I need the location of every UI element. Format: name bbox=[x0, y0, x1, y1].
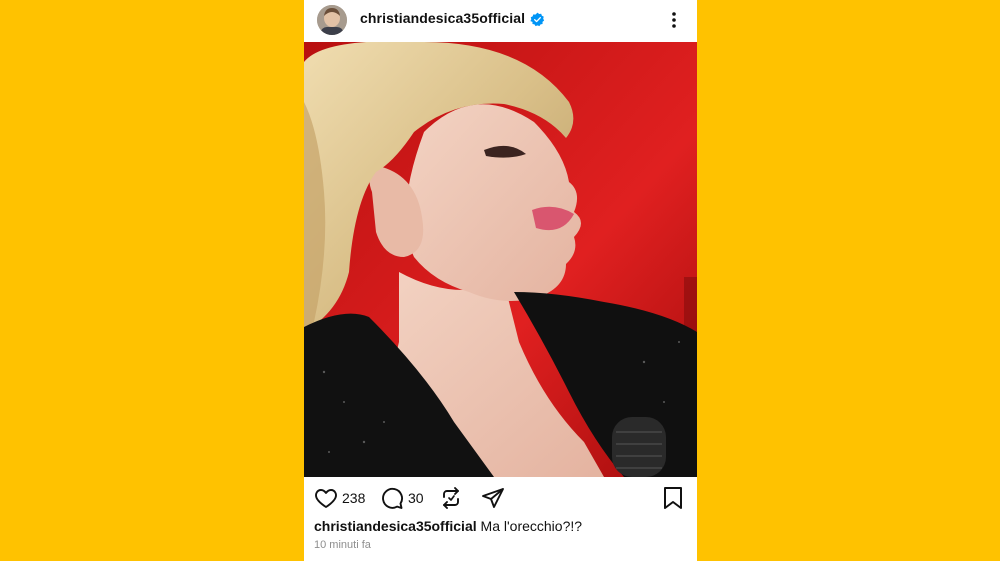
caption-text: Ma l'orecchio?!? bbox=[480, 518, 583, 534]
post-timestamp: 10 minuti fa bbox=[314, 539, 371, 551]
comment-bubble-icon[interactable] bbox=[380, 486, 404, 510]
verified-badge-icon bbox=[530, 12, 545, 27]
post-actions-bar: 238 30 bbox=[304, 478, 697, 518]
post-caption: christiandesica35official Ma l'orecchio?… bbox=[314, 518, 689, 534]
caption-username[interactable]: christiandesica35official bbox=[314, 518, 477, 534]
post-header: christiandesica35official bbox=[304, 0, 697, 40]
post-card: christiandesica35official 238 30 christi… bbox=[304, 0, 697, 561]
bookmark-icon[interactable] bbox=[662, 486, 684, 510]
repost-icon[interactable] bbox=[439, 486, 463, 510]
post-photo[interactable] bbox=[304, 42, 697, 477]
avatar[interactable] bbox=[317, 5, 347, 35]
comment-count[interactable]: 30 bbox=[408, 490, 424, 506]
heart-icon[interactable] bbox=[314, 486, 338, 510]
avatar-image bbox=[317, 5, 347, 35]
paper-plane-icon[interactable] bbox=[481, 486, 505, 510]
like-count[interactable]: 238 bbox=[342, 490, 365, 506]
more-vertical-icon[interactable] bbox=[668, 10, 680, 30]
post-username[interactable]: christiandesica35official bbox=[360, 10, 525, 26]
photo-of-woman-in-profile bbox=[304, 42, 697, 477]
